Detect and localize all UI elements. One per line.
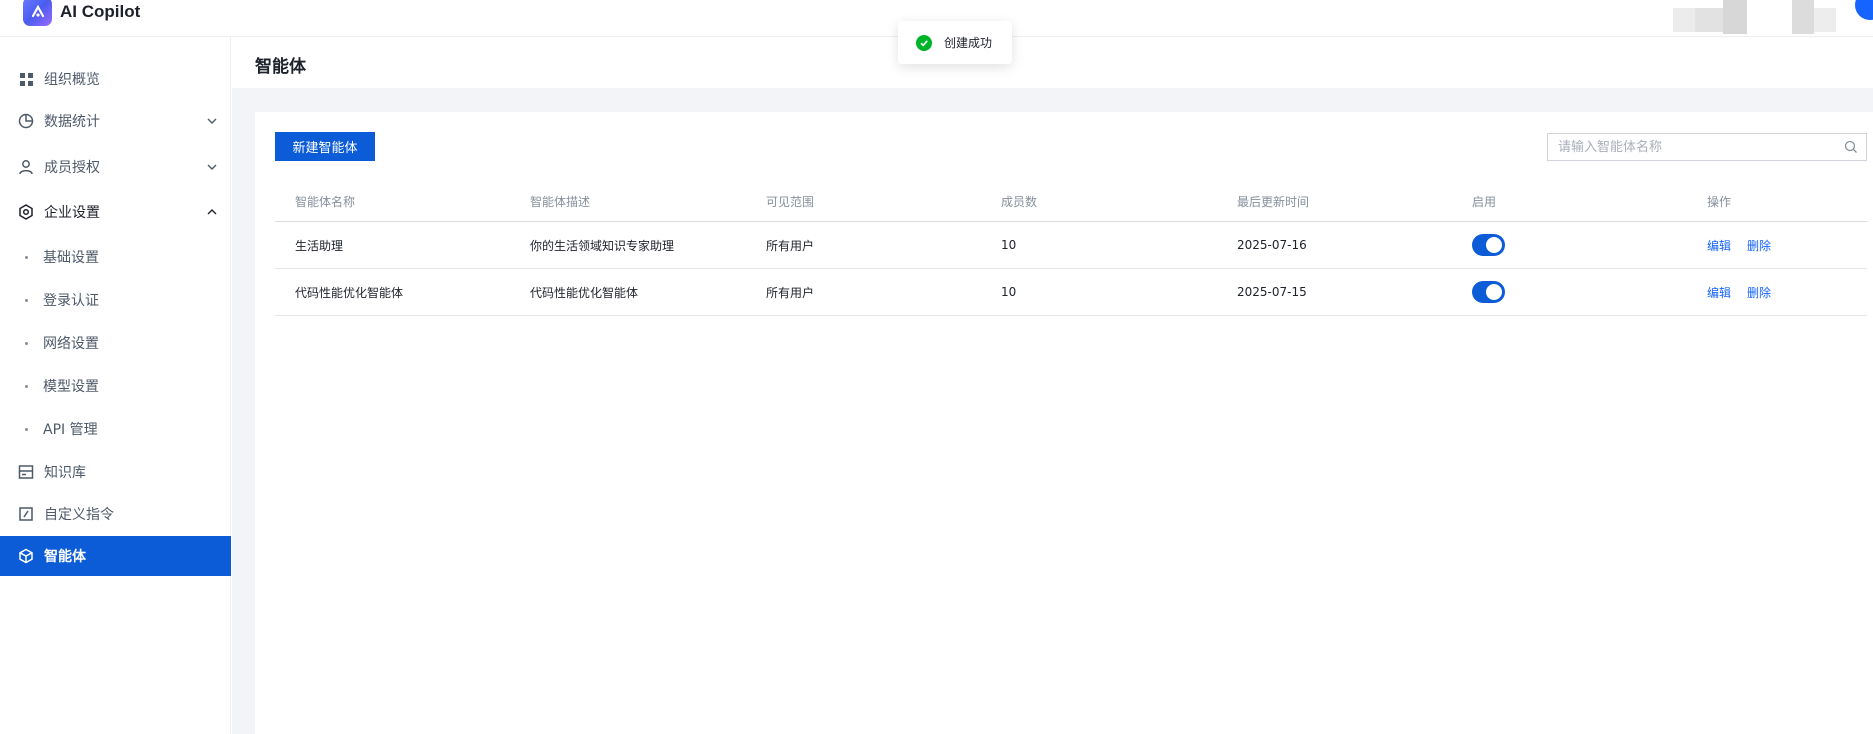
- toast-message: 创建成功: [944, 36, 993, 50]
- settings-icon: [18, 204, 34, 220]
- agent-scope: 所有用户: [766, 285, 815, 300]
- edit-link[interactable]: 编辑: [1707, 237, 1731, 254]
- new-agent-button[interactable]: 新建智能体: [275, 132, 375, 161]
- sidebar-subitem-label: 模型设置: [43, 379, 99, 395]
- sidebar: 组织概览 数据统计 成员授权 企业设置 基础设置 登录认证 网络设置 模型设置: [0, 37, 231, 734]
- app-logo-icon: [23, 0, 52, 26]
- sidebar-subitem-login[interactable]: 登录认证: [0, 282, 231, 318]
- sidebar-item-label: 数据统计: [44, 114, 100, 130]
- column-header-members: 成员数: [1001, 194, 1038, 209]
- page-header: [232, 37, 1873, 88]
- table-row: 生活助理 你的生活领域知识专家助理 所有用户 10 2025-07-16 编辑 …: [275, 222, 1867, 269]
- enabled-cell: [1472, 269, 1505, 315]
- command-icon: [18, 506, 34, 522]
- sidebar-item-enterprise-settings[interactable]: 企业设置: [0, 192, 231, 232]
- agents-table: 智能体名称 智能体描述 可见范围 成员数 最后更新时间 启用 操作 生活助理 你…: [275, 181, 1867, 316]
- user-info-blurred-2: [1792, 0, 1840, 35]
- pie-chart-icon: [18, 113, 34, 129]
- agent-description: 代码性能优化智能体: [530, 285, 639, 300]
- actions-cell: 编辑 删除: [1707, 269, 1787, 315]
- check-circle-icon: [916, 35, 932, 51]
- sidebar-item-overview[interactable]: 组织概览: [0, 59, 231, 99]
- sidebar-item-label: 成员授权: [44, 160, 100, 176]
- avatar[interactable]: [1855, 0, 1873, 20]
- sidebar-subitem-label: 登录认证: [43, 293, 99, 309]
- column-header-description: 智能体描述: [530, 194, 591, 209]
- delete-link[interactable]: 删除: [1747, 284, 1771, 301]
- enabled-cell: [1472, 222, 1505, 268]
- sidebar-subitem-label: API 管理: [43, 422, 98, 438]
- user-icon: [18, 159, 34, 175]
- toggle-knob: [1486, 237, 1502, 253]
- bullet-dot-icon: [25, 427, 28, 431]
- cube-icon: [18, 548, 34, 564]
- sidebar-item-label: 企业设置: [44, 205, 100, 221]
- chevron-down-icon: [207, 118, 217, 124]
- search-input[interactable]: [1558, 138, 1838, 156]
- edit-link[interactable]: 编辑: [1707, 284, 1731, 301]
- sidebar-item-knowledge[interactable]: 知识库: [0, 452, 231, 492]
- bullet-dot-icon: [25, 384, 28, 388]
- sidebar-item-statistics[interactable]: 数据统计: [0, 101, 231, 141]
- toggle-knob: [1486, 284, 1502, 300]
- sidebar-item-custom-commands[interactable]: 自定义指令: [0, 494, 231, 534]
- enable-toggle[interactable]: [1472, 234, 1505, 256]
- column-header-updated: 最后更新时间: [1237, 194, 1310, 209]
- sidebar-item-label: 组织概览: [44, 72, 100, 88]
- sidebar-subitem-basic[interactable]: 基础设置: [0, 239, 231, 275]
- sidebar-subitem-model[interactable]: 模型设置: [0, 368, 231, 404]
- column-header-enabled: 启用: [1472, 194, 1497, 209]
- agent-members: 10: [1001, 238, 1017, 252]
- chevron-up-icon: [207, 209, 217, 215]
- column-header-name: 智能体名称: [295, 194, 356, 209]
- sidebar-item-label: 自定义指令: [44, 507, 114, 523]
- bullet-dot-icon: [25, 255, 28, 259]
- user-info-blurred: [1673, 0, 1765, 35]
- search-icon[interactable]: [1844, 140, 1858, 154]
- brand[interactable]: AI Copilot: [23, 0, 140, 27]
- agent-members: 10: [1001, 285, 1017, 299]
- search-box[interactable]: [1547, 133, 1867, 161]
- agent-updated: 2025-07-15: [1237, 285, 1307, 299]
- page-title: 智能体: [255, 57, 306, 77]
- actions-cell: 编辑 删除: [1707, 222, 1787, 268]
- agent-description: 你的生活领域知识专家助理: [530, 238, 675, 253]
- bullet-dot-icon: [25, 298, 28, 302]
- sidebar-subitem-api[interactable]: API 管理: [0, 411, 231, 447]
- database-icon: [18, 464, 34, 480]
- enable-toggle[interactable]: [1472, 281, 1505, 303]
- sidebar-item-label: 智能体: [44, 549, 86, 565]
- sidebar-subitem-network[interactable]: 网络设置: [0, 325, 231, 361]
- app-title: AI Copilot: [60, 2, 141, 21]
- delete-link[interactable]: 删除: [1747, 237, 1771, 254]
- sidebar-item-members[interactable]: 成员授权: [0, 147, 231, 187]
- sidebar-subitem-label: 网络设置: [43, 336, 99, 352]
- agent-scope: 所有用户: [766, 238, 815, 253]
- table-row: 代码性能优化智能体 代码性能优化智能体 所有用户 10 2025-07-15 编…: [275, 269, 1867, 316]
- agent-name: 代码性能优化智能体: [295, 285, 404, 300]
- table-header: 智能体名称 智能体描述 可见范围 成员数 最后更新时间 启用 操作: [275, 181, 1867, 222]
- sidebar-item-label: 知识库: [44, 465, 86, 481]
- sidebar-item-agents[interactable]: 智能体: [0, 536, 231, 576]
- bullet-dot-icon: [25, 341, 28, 345]
- success-toast: 创建成功: [898, 21, 1012, 64]
- agent-name: 生活助理: [295, 238, 344, 253]
- agent-updated: 2025-07-16: [1237, 238, 1307, 252]
- column-header-scope: 可见范围: [766, 194, 815, 209]
- chevron-down-icon: [207, 164, 217, 170]
- column-header-actions: 操作: [1707, 194, 1732, 209]
- sidebar-subitem-label: 基础设置: [43, 250, 99, 266]
- grid-icon: [18, 71, 34, 87]
